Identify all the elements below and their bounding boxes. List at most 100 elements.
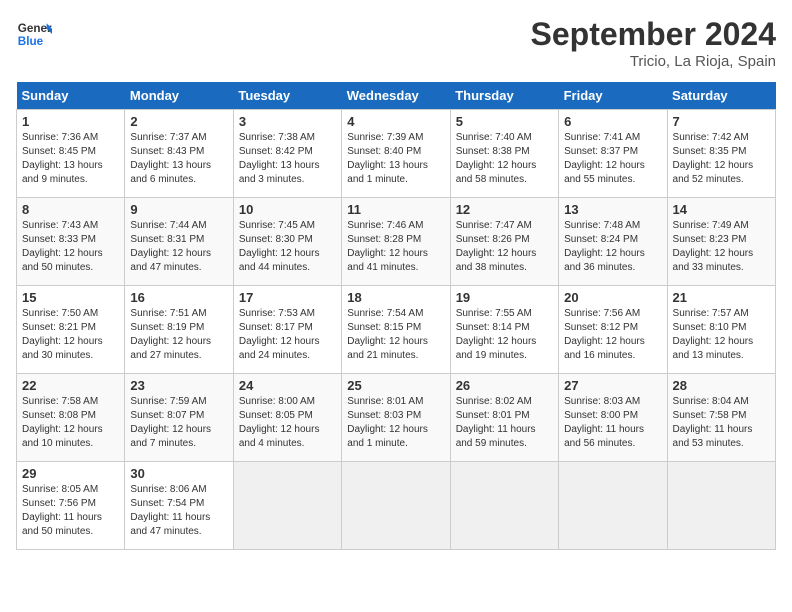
table-row: 14 Sunrise: 7:49 AM Sunset: 8:23 PM Dayl… (667, 198, 775, 286)
day-info: Sunrise: 7:40 AM Sunset: 8:38 PM Dayligh… (456, 131, 553, 187)
day-info: Sunrise: 7:58 AM Sunset: 8:08 PM Dayligh… (22, 395, 119, 451)
day-number: 7 (673, 114, 770, 129)
page-header: General Blue General Blue September 2024… (16, 16, 776, 70)
day-info: Sunrise: 7:49 AM Sunset: 8:23 PM Dayligh… (673, 219, 770, 275)
day-info: Sunrise: 7:53 AM Sunset: 8:17 PM Dayligh… (239, 307, 336, 363)
col-friday: Friday (559, 82, 667, 110)
svg-text:Blue: Blue (18, 35, 44, 48)
table-row (342, 462, 450, 550)
day-number: 6 (564, 114, 661, 129)
day-number: 18 (347, 290, 444, 305)
calendar-week-row: 1 Sunrise: 7:36 AM Sunset: 8:45 PM Dayli… (17, 110, 776, 198)
day-info: Sunrise: 7:57 AM Sunset: 8:10 PM Dayligh… (673, 307, 770, 363)
table-row: 8 Sunrise: 7:43 AM Sunset: 8:33 PM Dayli… (17, 198, 125, 286)
table-row: 6 Sunrise: 7:41 AM Sunset: 8:37 PM Dayli… (559, 110, 667, 198)
day-number: 8 (22, 202, 119, 217)
table-row: 10 Sunrise: 7:45 AM Sunset: 8:30 PM Dayl… (233, 198, 341, 286)
table-row: 15 Sunrise: 7:50 AM Sunset: 8:21 PM Dayl… (17, 286, 125, 374)
calendar-table: Sunday Monday Tuesday Wednesday Thursday… (16, 82, 776, 550)
day-number: 26 (456, 378, 553, 393)
table-row: 16 Sunrise: 7:51 AM Sunset: 8:19 PM Dayl… (125, 286, 233, 374)
table-row: 1 Sunrise: 7:36 AM Sunset: 8:45 PM Dayli… (17, 110, 125, 198)
day-number: 29 (22, 466, 119, 481)
day-info: Sunrise: 7:50 AM Sunset: 8:21 PM Dayligh… (22, 307, 119, 363)
table-row: 4 Sunrise: 7:39 AM Sunset: 8:40 PM Dayli… (342, 110, 450, 198)
day-info: Sunrise: 7:54 AM Sunset: 8:15 PM Dayligh… (347, 307, 444, 363)
day-info: Sunrise: 7:37 AM Sunset: 8:43 PM Dayligh… (130, 131, 227, 187)
table-row (233, 462, 341, 550)
day-info: Sunrise: 7:51 AM Sunset: 8:19 PM Dayligh… (130, 307, 227, 363)
table-row: 7 Sunrise: 7:42 AM Sunset: 8:35 PM Dayli… (667, 110, 775, 198)
table-row: 30 Sunrise: 8:06 AM Sunset: 7:54 PM Dayl… (125, 462, 233, 550)
table-row (559, 462, 667, 550)
day-number: 5 (456, 114, 553, 129)
table-row: 17 Sunrise: 7:53 AM Sunset: 8:17 PM Dayl… (233, 286, 341, 374)
table-row: 28 Sunrise: 8:04 AM Sunset: 7:58 PM Dayl… (667, 374, 775, 462)
day-number: 24 (239, 378, 336, 393)
calendar-week-row: 8 Sunrise: 7:43 AM Sunset: 8:33 PM Dayli… (17, 198, 776, 286)
day-number: 19 (456, 290, 553, 305)
day-info: Sunrise: 8:00 AM Sunset: 8:05 PM Dayligh… (239, 395, 336, 451)
day-number: 15 (22, 290, 119, 305)
table-row: 23 Sunrise: 7:59 AM Sunset: 8:07 PM Dayl… (125, 374, 233, 462)
day-info: Sunrise: 8:02 AM Sunset: 8:01 PM Dayligh… (456, 395, 553, 451)
logo-icon: General Blue (16, 16, 52, 52)
day-info: Sunrise: 8:04 AM Sunset: 7:58 PM Dayligh… (673, 395, 770, 451)
day-info: Sunrise: 7:48 AM Sunset: 8:24 PM Dayligh… (564, 219, 661, 275)
table-row: 11 Sunrise: 7:46 AM Sunset: 8:28 PM Dayl… (342, 198, 450, 286)
title-block: September 2024 Tricio, La Rioja, Spain (531, 16, 776, 70)
day-info: Sunrise: 7:38 AM Sunset: 8:42 PM Dayligh… (239, 131, 336, 187)
table-row: 20 Sunrise: 7:56 AM Sunset: 8:12 PM Dayl… (559, 286, 667, 374)
table-row: 9 Sunrise: 7:44 AM Sunset: 8:31 PM Dayli… (125, 198, 233, 286)
table-row: 18 Sunrise: 7:54 AM Sunset: 8:15 PM Dayl… (342, 286, 450, 374)
table-row: 3 Sunrise: 7:38 AM Sunset: 8:42 PM Dayli… (233, 110, 341, 198)
day-info: Sunrise: 8:03 AM Sunset: 8:00 PM Dayligh… (564, 395, 661, 451)
day-info: Sunrise: 7:47 AM Sunset: 8:26 PM Dayligh… (456, 219, 553, 275)
calendar-week-row: 22 Sunrise: 7:58 AM Sunset: 8:08 PM Dayl… (17, 374, 776, 462)
table-row: 22 Sunrise: 7:58 AM Sunset: 8:08 PM Dayl… (17, 374, 125, 462)
day-number: 20 (564, 290, 661, 305)
header-row: Sunday Monday Tuesday Wednesday Thursday… (17, 82, 776, 110)
day-info: Sunrise: 7:56 AM Sunset: 8:12 PM Dayligh… (564, 307, 661, 363)
table-row: 19 Sunrise: 7:55 AM Sunset: 8:14 PM Dayl… (450, 286, 558, 374)
day-info: Sunrise: 8:06 AM Sunset: 7:54 PM Dayligh… (130, 483, 227, 539)
day-info: Sunrise: 7:44 AM Sunset: 8:31 PM Dayligh… (130, 219, 227, 275)
col-thursday: Thursday (450, 82, 558, 110)
location: Tricio, La Rioja, Spain (531, 53, 776, 70)
day-info: Sunrise: 7:39 AM Sunset: 8:40 PM Dayligh… (347, 131, 444, 187)
day-number: 23 (130, 378, 227, 393)
day-number: 21 (673, 290, 770, 305)
table-row: 29 Sunrise: 8:05 AM Sunset: 7:56 PM Dayl… (17, 462, 125, 550)
logo: General Blue General Blue (16, 16, 52, 52)
day-info: Sunrise: 7:42 AM Sunset: 8:35 PM Dayligh… (673, 131, 770, 187)
day-number: 4 (347, 114, 444, 129)
day-number: 13 (564, 202, 661, 217)
table-row: 13 Sunrise: 7:48 AM Sunset: 8:24 PM Dayl… (559, 198, 667, 286)
day-info: Sunrise: 8:01 AM Sunset: 8:03 PM Dayligh… (347, 395, 444, 451)
day-number: 25 (347, 378, 444, 393)
day-number: 9 (130, 202, 227, 217)
day-info: Sunrise: 7:36 AM Sunset: 8:45 PM Dayligh… (22, 131, 119, 187)
col-saturday: Saturday (667, 82, 775, 110)
table-row: 2 Sunrise: 7:37 AM Sunset: 8:43 PM Dayli… (125, 110, 233, 198)
day-number: 3 (239, 114, 336, 129)
day-number: 17 (239, 290, 336, 305)
month-title: September 2024 (531, 16, 776, 53)
table-row: 25 Sunrise: 8:01 AM Sunset: 8:03 PM Dayl… (342, 374, 450, 462)
day-number: 28 (673, 378, 770, 393)
day-info: Sunrise: 7:45 AM Sunset: 8:30 PM Dayligh… (239, 219, 336, 275)
calendar-week-row: 15 Sunrise: 7:50 AM Sunset: 8:21 PM Dayl… (17, 286, 776, 374)
table-row: 27 Sunrise: 8:03 AM Sunset: 8:00 PM Dayl… (559, 374, 667, 462)
day-number: 1 (22, 114, 119, 129)
table-row: 5 Sunrise: 7:40 AM Sunset: 8:38 PM Dayli… (450, 110, 558, 198)
day-number: 14 (673, 202, 770, 217)
table-row: 21 Sunrise: 7:57 AM Sunset: 8:10 PM Dayl… (667, 286, 775, 374)
day-number: 16 (130, 290, 227, 305)
day-info: Sunrise: 7:59 AM Sunset: 8:07 PM Dayligh… (130, 395, 227, 451)
col-tuesday: Tuesday (233, 82, 341, 110)
day-info: Sunrise: 7:43 AM Sunset: 8:33 PM Dayligh… (22, 219, 119, 275)
table-row (450, 462, 558, 550)
day-info: Sunrise: 7:41 AM Sunset: 8:37 PM Dayligh… (564, 131, 661, 187)
calendar-week-row: 29 Sunrise: 8:05 AM Sunset: 7:56 PM Dayl… (17, 462, 776, 550)
table-row (667, 462, 775, 550)
